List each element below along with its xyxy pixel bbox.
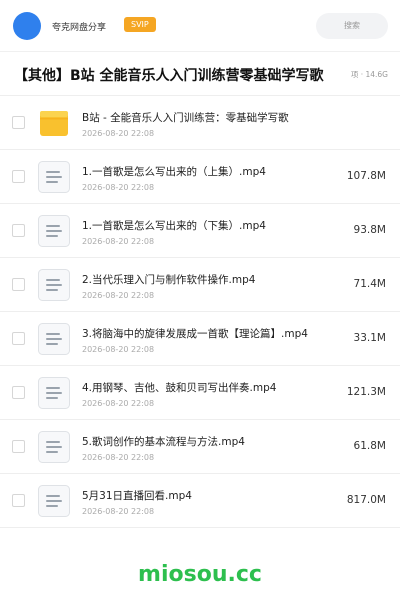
watermark-brand: miosou.cc (138, 562, 262, 587)
video-file-icon (38, 323, 70, 355)
file-size: 61.8M (353, 440, 386, 452)
file-date: 2026-08-20 22:08 (82, 345, 155, 354)
file-date: 2026-08-20 22:08 (82, 237, 155, 246)
list-item[interactable]: 1.一首歌是怎么写出来的（下集）.mp4 2026-08-20 22:08 93… (0, 204, 400, 258)
file-size: 93.8M (353, 224, 386, 236)
file-list: B站 - 全能音乐人入门训练营：零基础学写歌 2026-08-20 22:08 … (0, 96, 400, 528)
file-name: 1.一首歌是怎么写出来的（下集）.mp4 (82, 220, 266, 232)
folder-meta: 项 · 14.6G (350, 70, 388, 79)
file-size: 33.1M (353, 332, 386, 344)
list-item[interactable]: 4.用钢琴、吉他、鼓和贝司写出伴奏.mp4 2026-08-20 22:08 1… (0, 366, 400, 420)
file-name: 5.歌词创作的基本流程与方法.mp4 (82, 436, 245, 448)
row-checkbox[interactable] (12, 386, 25, 399)
video-file-icon (38, 269, 70, 301)
file-date: 2026-08-20 22:08 (82, 453, 155, 462)
file-name: 1.一首歌是怎么写出来的（上集）.mp4 (82, 166, 266, 178)
list-item[interactable]: 1.一首歌是怎么写出来的（上集）.mp4 2026-08-20 22:08 10… (0, 150, 400, 204)
video-file-icon (38, 215, 70, 247)
top-bar: 夸克网盘分享 SVIP 搜索 (0, 0, 400, 52)
vip-badge: SVIP (124, 17, 156, 32)
row-checkbox[interactable] (12, 170, 25, 183)
video-file-icon (38, 431, 70, 463)
search-button[interactable]: 搜索 (316, 13, 388, 39)
file-size: 107.8M (346, 170, 386, 182)
page-title: 【其他】B站 全能音乐人入门训练营零基础学写歌 (14, 68, 324, 84)
avatar[interactable] (13, 12, 41, 40)
row-checkbox[interactable] (12, 494, 25, 507)
row-checkbox[interactable] (12, 278, 25, 291)
list-item[interactable]: B站 - 全能音乐人入门训练营：零基础学写歌 2026-08-20 22:08 (0, 96, 400, 150)
list-item[interactable]: 5月31日直播回看.mp4 2026-08-20 22:08 817.0M (0, 474, 400, 528)
file-date: 2026-08-20 22:08 (82, 291, 155, 300)
file-name: 5月31日直播回看.mp4 (82, 490, 192, 502)
file-name: 3.将脑海中的旋律发展成一首歌【理论篇】.mp4 (82, 328, 308, 340)
file-date: 2026-08-20 22:08 (82, 507, 155, 516)
file-name: 2.当代乐理入门与制作软件操作.mp4 (82, 274, 256, 286)
list-item[interactable]: 2.当代乐理入门与制作软件操作.mp4 2026-08-20 22:08 71.… (0, 258, 400, 312)
file-size: 71.4M (353, 278, 386, 290)
list-item[interactable]: 5.歌词创作的基本流程与方法.mp4 2026-08-20 22:08 61.8… (0, 420, 400, 474)
folder-title-row: 【其他】B站 全能音乐人入门训练营零基础学写歌 项 · 14.6G (0, 52, 400, 96)
file-size: 121.3M (346, 386, 386, 398)
file-size: 817.0M (346, 494, 386, 506)
video-file-icon (38, 377, 70, 409)
folder-icon (40, 111, 68, 136)
row-checkbox[interactable] (12, 224, 25, 237)
file-date: 2026-08-20 22:08 (82, 129, 155, 138)
file-name: B站 - 全能音乐人入门训练营：零基础学写歌 (82, 112, 289, 124)
file-name: 4.用钢琴、吉他、鼓和贝司写出伴奏.mp4 (82, 382, 277, 394)
site-name: 夸克网盘分享 (52, 23, 107, 33)
list-item[interactable]: 3.将脑海中的旋律发展成一首歌【理论篇】.mp4 2026-08-20 22:0… (0, 312, 400, 366)
row-checkbox[interactable] (12, 116, 25, 129)
row-checkbox[interactable] (12, 440, 25, 453)
video-file-icon (38, 161, 70, 193)
file-date: 2026-08-20 22:08 (82, 183, 155, 192)
file-date: 2026-08-20 22:08 (82, 399, 155, 408)
video-file-icon (38, 485, 70, 517)
row-checkbox[interactable] (12, 332, 25, 345)
